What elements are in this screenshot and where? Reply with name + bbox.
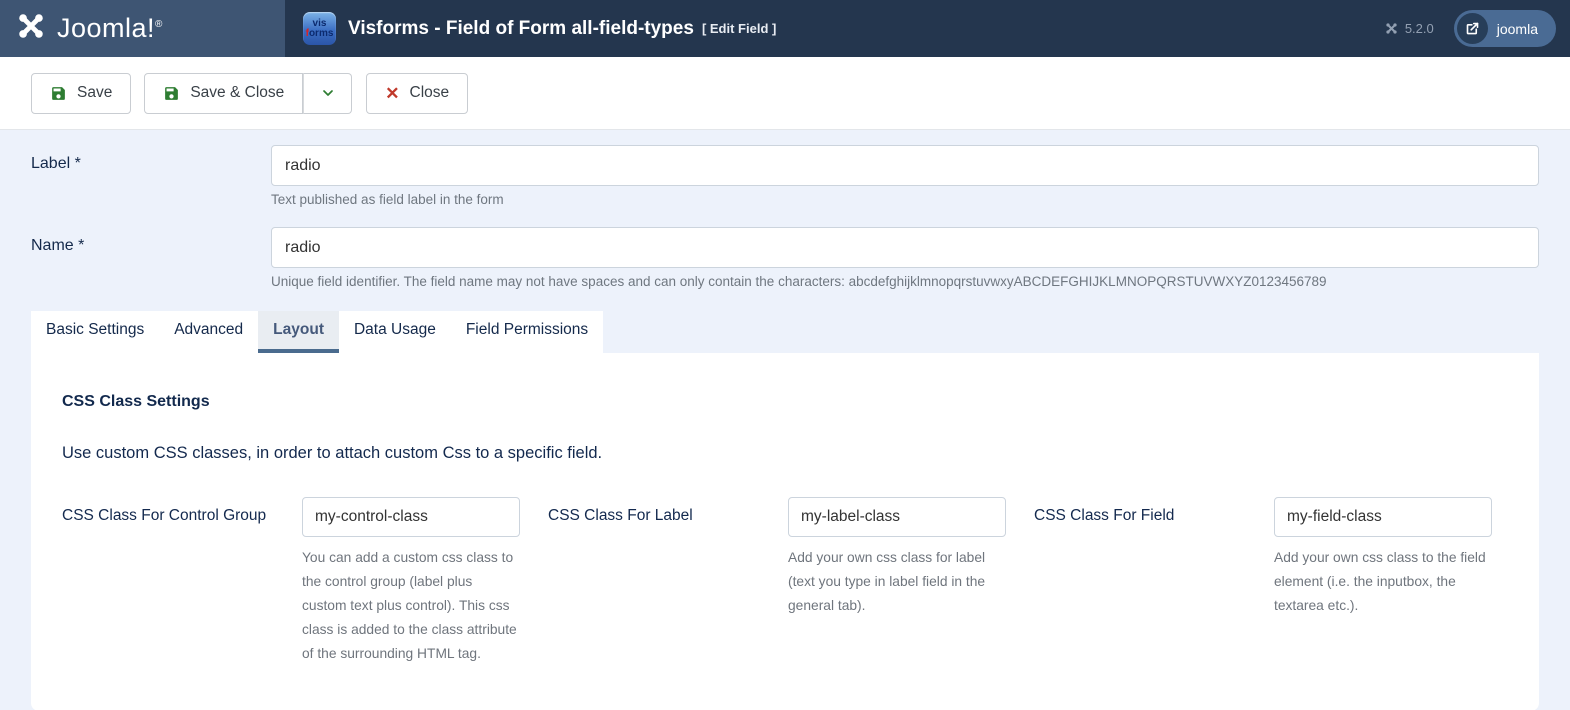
section-description: Use custom CSS classes, in order to atta… bbox=[62, 444, 603, 462]
css-class-controls: CSS Class For Control Group You can add … bbox=[62, 497, 1508, 666]
tab-layout[interactable]: Layout bbox=[258, 311, 339, 353]
tab-advanced[interactable]: Advanced bbox=[159, 311, 259, 353]
close-icon: ✕ bbox=[385, 83, 400, 103]
label-input[interactable] bbox=[271, 145, 1539, 186]
css-label-label: CSS Class For Label bbox=[548, 507, 693, 524]
tab-field-permissions[interactable]: Field Permissions bbox=[450, 311, 604, 353]
control-group-css-class: CSS Class For Control Group You can add … bbox=[62, 497, 536, 666]
external-link-icon bbox=[1456, 13, 1488, 44]
section-title: CSS Class Settings bbox=[62, 393, 210, 410]
tab-basic-settings[interactable]: Basic Settings bbox=[31, 311, 160, 353]
visforms-icon-text-bottom: forms bbox=[305, 27, 334, 39]
save-button[interactable]: Save bbox=[31, 72, 132, 114]
layout-tab-panel: CSS Class Settings Use custom CSS classe… bbox=[31, 353, 1539, 710]
css-control-group-input[interactable] bbox=[302, 497, 520, 537]
css-control-group-label: CSS Class For Control Group bbox=[62, 507, 267, 524]
edit-field-form: Label * Text published as field label in… bbox=[0, 130, 1570, 710]
joomla-wordmark: Joomla!® bbox=[57, 13, 163, 43]
header-titlebar: vis forms Visforms - Field of Form all-f… bbox=[285, 0, 1570, 57]
registered-mark: ® bbox=[155, 19, 163, 30]
css-field-help: Add your own css class to the field elem… bbox=[1274, 550, 1486, 613]
save-icon bbox=[52, 86, 65, 100]
control-group-css-label: CSS Class For Label Add your own css cla… bbox=[548, 497, 1022, 666]
settings-tabs: Basic Settings Advanced Layout Data Usag… bbox=[31, 311, 1539, 353]
name-field-row: Name * Unique field identifier. The fiel… bbox=[31, 227, 1539, 289]
save-button-label: Save bbox=[77, 84, 113, 101]
label-field-row: Label * Text published as field label in… bbox=[31, 145, 1539, 207]
user-menu-button[interactable]: joomla bbox=[1453, 10, 1556, 47]
css-label-input[interactable] bbox=[788, 497, 1006, 537]
user-menu-label: joomla bbox=[1496, 20, 1538, 37]
tab-data-usage[interactable]: Data Usage bbox=[338, 311, 451, 353]
label-help-text: Text published as field label in the for… bbox=[271, 192, 504, 207]
app-header: Joomla!® vis forms Visforms - Field of F… bbox=[0, 0, 1570, 57]
css-control-group-help: You can add a custom css class to the co… bbox=[302, 550, 517, 661]
name-field-label: Name * bbox=[31, 237, 85, 254]
label-field-label: Label * bbox=[31, 155, 81, 172]
joomla-logo-area: Joomla!® bbox=[0, 0, 285, 57]
visforms-icon: vis forms bbox=[303, 12, 336, 45]
page-title: Visforms - Field of Form all-field-types bbox=[348, 17, 694, 39]
version-number: 5.2.0 bbox=[1404, 21, 1434, 36]
save-close-button-group: Save & Close bbox=[144, 72, 353, 114]
page-subtitle: [ Edit Field ] bbox=[701, 21, 777, 36]
control-group-css-field: CSS Class For Field Add your own css cla… bbox=[1034, 497, 1508, 666]
name-help-text: Unique field identifier. The field name … bbox=[271, 274, 1327, 289]
close-button[interactable]: ✕ Close bbox=[366, 72, 469, 114]
joomla-version-icon bbox=[1386, 23, 1397, 34]
save-close-button[interactable]: Save & Close bbox=[144, 72, 304, 114]
joomla-version: 5.2.0 bbox=[1384, 21, 1434, 36]
toolbar: Save Save & Close ✕ Close bbox=[0, 57, 1570, 130]
save-icon bbox=[165, 86, 179, 100]
name-input[interactable] bbox=[271, 227, 1539, 268]
joomla-logo-icon bbox=[14, 9, 48, 48]
chevron-down-icon bbox=[322, 90, 333, 96]
css-label-help: Add your own css class for label (text y… bbox=[788, 550, 986, 613]
css-field-label: CSS Class For Field bbox=[1034, 507, 1175, 524]
css-field-input[interactable] bbox=[1274, 497, 1492, 537]
save-close-button-label: Save & Close bbox=[190, 84, 285, 101]
save-options-dropdown-toggle[interactable] bbox=[303, 72, 353, 114]
close-button-label: Close bbox=[409, 84, 450, 101]
